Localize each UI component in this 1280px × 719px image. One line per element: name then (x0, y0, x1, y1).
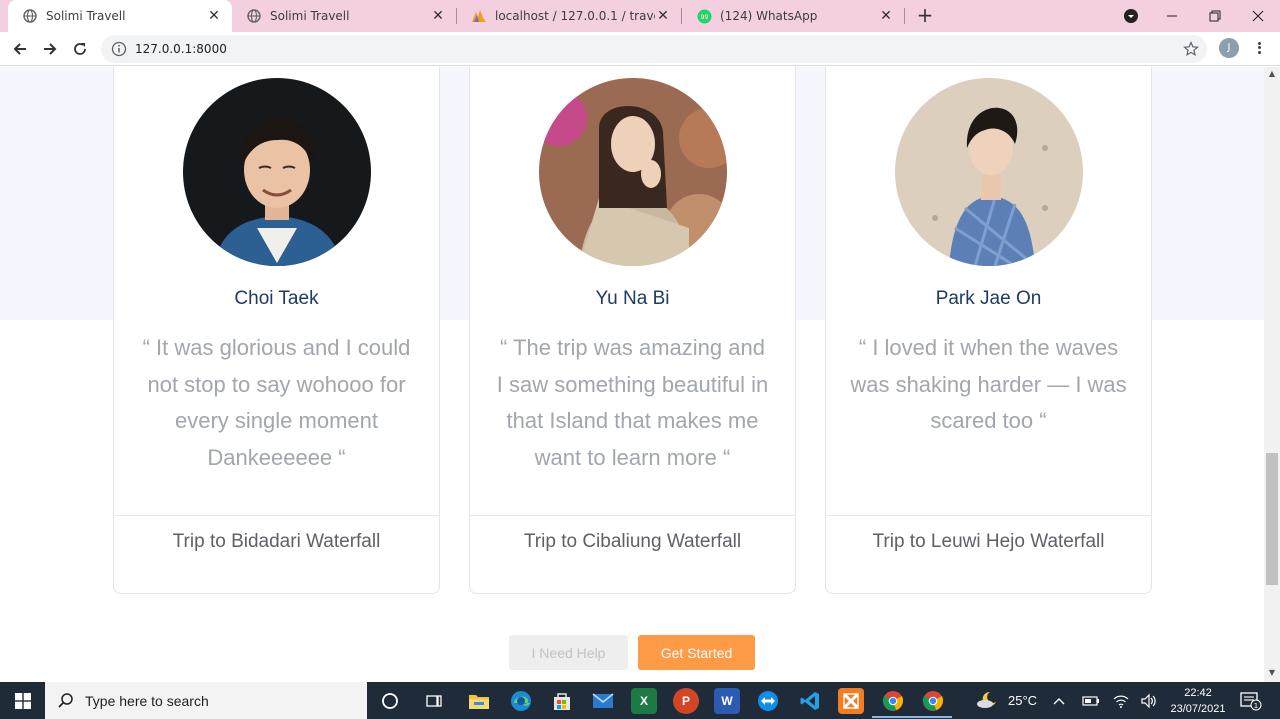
wifi-icon[interactable] (1112, 682, 1130, 719)
cortana-icon[interactable] (377, 688, 403, 714)
browser-menu-icon[interactable] (1252, 38, 1266, 58)
close-window-icon[interactable] (1236, 0, 1280, 32)
testimonial-quote: “ The trip was amazing and I saw somethi… (496, 335, 769, 470)
tab-title: Solimi Travell (46, 9, 126, 23)
scroll-up-arrow-icon[interactable]: ▲ (1264, 67, 1280, 81)
page-viewport: Choi Taek “ It was glorious and I could … (0, 67, 1264, 682)
phpmyadmin-icon (471, 8, 487, 24)
edge-icon[interactable] (508, 688, 534, 714)
avatar-photo (183, 78, 371, 266)
weather-moon-icon (976, 689, 1000, 712)
windows-start-icon[interactable] (0, 682, 45, 719)
active-app-indicator (912, 716, 952, 718)
testimonial-trip: Trip to Bidadari Waterfall (172, 531, 381, 552)
tab-title: localhost / 127.0.0.1 / travelingku (495, 9, 655, 23)
testimonial-name: Yu Na Bi (595, 288, 670, 309)
globe-icon (22, 8, 38, 24)
testimonial-name: Choi Taek (234, 288, 319, 309)
browser-toolbar: 127.0.0.1:8000 (0, 32, 1280, 66)
profile-avatar[interactable]: J (1219, 38, 1239, 58)
notification-count: 1 (1254, 702, 1258, 710)
tab-solimi-travell[interactable]: Solimi Travell ✕ (232, 0, 456, 32)
bookmark-star-icon[interactable] (1183, 41, 1199, 57)
card-divider (826, 515, 1151, 516)
chrome-icon[interactable] (920, 688, 946, 714)
clock-time: 22:42 (1184, 687, 1212, 699)
whatsapp-icon: 99 (696, 8, 712, 24)
vscode-icon[interactable] (797, 688, 823, 714)
tab-strip: Solimi Travell ✕ Solimi Travell ✕ localh… (0, 0, 1280, 32)
testimonial-trip: Trip to Leuwi Hejo Waterfall (872, 531, 1105, 552)
weather-widget[interactable]: 25°C (976, 682, 1037, 719)
card-divider (470, 515, 795, 516)
testimonial-trip: Trip to Cibaliung Waterfall (523, 531, 742, 552)
close-tab-icon[interactable]: ✕ (655, 8, 671, 24)
address-bar[interactable]: 127.0.0.1:8000 (101, 35, 1207, 63)
tab-title: Solimi Travell (270, 9, 350, 23)
testimonial-name: Park Jae On (935, 288, 1042, 309)
mail-icon[interactable] (590, 688, 616, 714)
minimize-icon[interactable] (1150, 0, 1194, 32)
volume-icon[interactable] (1140, 682, 1158, 719)
active-app-indicator (872, 716, 912, 718)
page-scrollbar[interactable]: ▲ ▼ (1264, 67, 1280, 682)
site-info-icon[interactable] (111, 41, 127, 57)
tab-search-dropdown-icon[interactable] (1109, 0, 1153, 32)
tray-overflow-chevron-icon[interactable] (1052, 682, 1066, 719)
card-divider (114, 515, 439, 516)
word-icon[interactable]: W (714, 688, 740, 714)
testimonial-card: Park Jae On “ I loved it when the waves … (825, 67, 1152, 594)
clock-date: 23/07/2021 (1170, 703, 1226, 715)
taskbar-search-input[interactable]: Type here to search (45, 682, 367, 719)
url-text: 127.0.0.1:8000 (135, 42, 227, 56)
testimonial-quote: “ I loved it when the waves was shaking … (850, 335, 1127, 433)
forward-arrow-icon[interactable] (38, 37, 62, 61)
reload-icon[interactable] (68, 37, 92, 61)
search-placeholder: Type here to search (85, 692, 209, 709)
testimonial-card: Choi Taek “ It was glorious and I could … (113, 67, 440, 594)
testimonial-quote: “ It was glorious and I could not stop t… (142, 335, 411, 470)
notification-center-icon[interactable]: 1 (1240, 682, 1262, 719)
taskbar-clock[interactable]: 22:42 23/07/2021 (1170, 685, 1226, 717)
testimonial-card: Yu Na Bi “ The trip was amazing and I sa… (469, 67, 796, 594)
scroll-thumb[interactable] (1266, 453, 1278, 585)
weather-temperature: 25°C (1008, 693, 1038, 708)
store-icon[interactable] (549, 688, 575, 714)
windows-taskbar: Type here to search X P W 25°C 22:42 23/… (0, 682, 1280, 719)
avatar-photo (895, 78, 1083, 266)
tab-whatsapp[interactable]: 99 (124) WhatsApp ✕ (682, 0, 904, 32)
file-explorer-icon[interactable] (466, 688, 492, 714)
get-started-button[interactable]: Get Started (638, 635, 755, 670)
restore-icon[interactable] (1193, 0, 1237, 32)
tab-separator (904, 8, 905, 24)
task-view-icon[interactable] (421, 688, 447, 714)
tab-title: (124) WhatsApp (720, 9, 818, 23)
tab-solimi-travell-active[interactable]: Solimi Travell ✕ (8, 0, 232, 32)
svg-text:99: 99 (700, 14, 708, 21)
close-tab-icon[interactable]: ✕ (878, 8, 894, 24)
battery-icon[interactable] (1082, 682, 1100, 719)
globe-icon (246, 8, 262, 24)
avatar-photo (539, 78, 727, 266)
close-tab-icon[interactable]: ✕ (206, 8, 222, 24)
teamviewer-icon[interactable] (755, 688, 781, 714)
chrome-icon[interactable] (880, 688, 906, 714)
need-help-button[interactable]: I Need Help (509, 635, 628, 670)
search-icon (57, 692, 75, 710)
close-tab-icon[interactable]: ✕ (430, 8, 446, 24)
tab-phpmyadmin[interactable]: localhost / 127.0.0.1 / travelingku ✕ (457, 0, 681, 32)
back-arrow-icon[interactable] (8, 37, 32, 61)
powerpoint-icon[interactable]: P (673, 688, 699, 714)
excel-icon[interactable]: X (631, 688, 657, 714)
xampp-icon[interactable] (838, 688, 864, 714)
scroll-down-arrow-icon[interactable]: ▼ (1264, 666, 1280, 680)
new-tab-plus-icon[interactable]: + (914, 5, 936, 27)
